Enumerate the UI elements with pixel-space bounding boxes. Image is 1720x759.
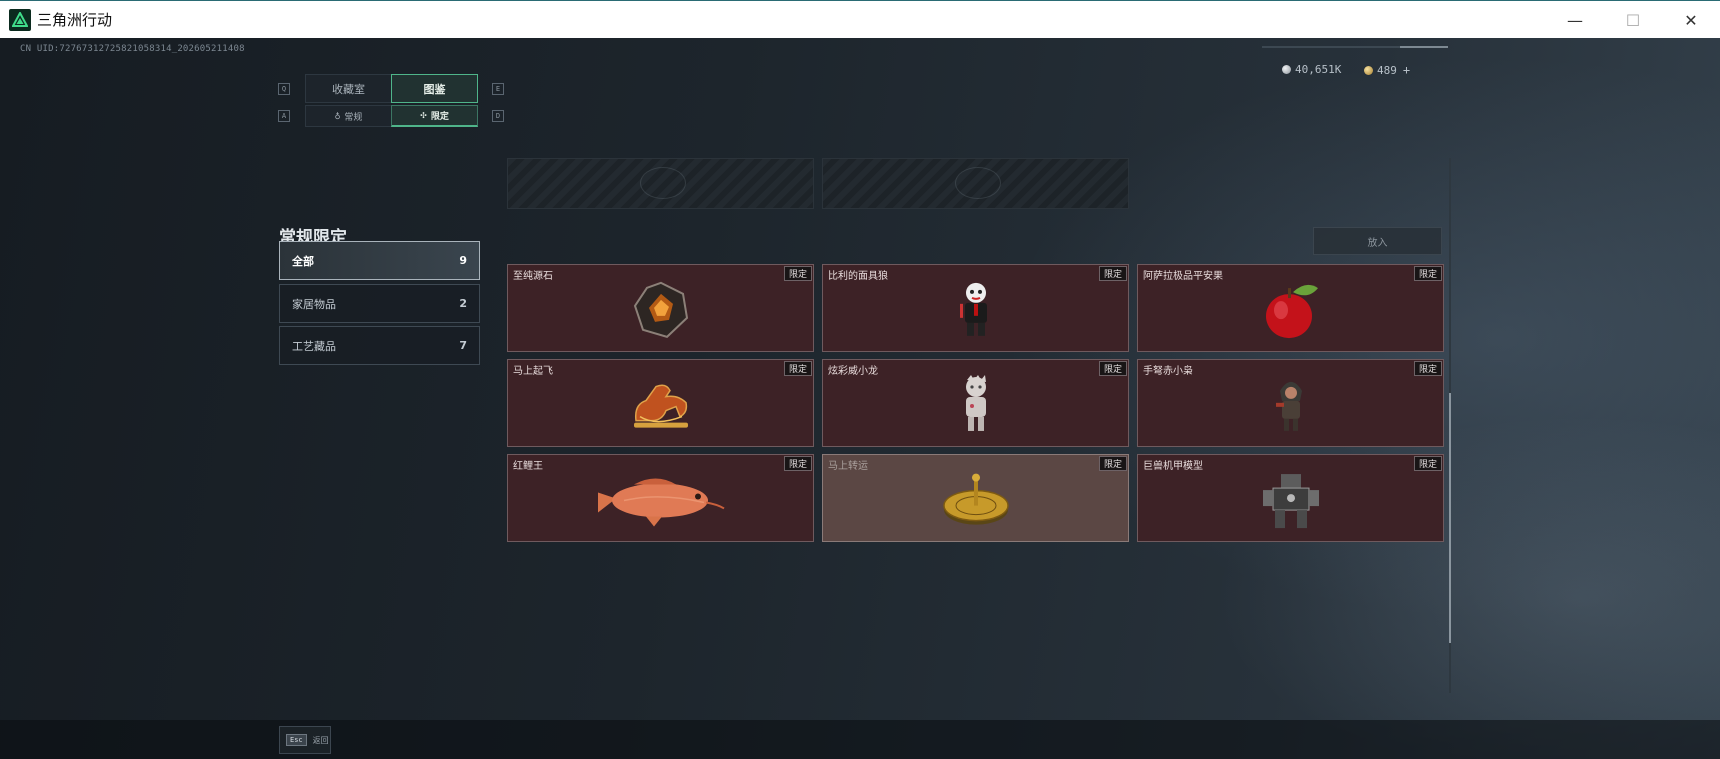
filter-label: 家居物品	[292, 297, 336, 311]
tab-collection-room[interactable]: 收藏室	[305, 74, 392, 103]
item-card[interactable]: 手弩赤小枭 限定	[1137, 359, 1444, 447]
tab-regular-label: 常规	[344, 112, 363, 123]
mech-model-icon	[1259, 468, 1323, 536]
tab-codex[interactable]: 图鉴	[391, 74, 478, 103]
item-name: 马上转运	[828, 461, 868, 472]
flame-icon: ♁	[334, 111, 341, 121]
limited-tag: 限定	[783, 266, 812, 281]
key-hint-a: A	[278, 110, 290, 122]
emblem-icon	[640, 167, 686, 199]
item-card[interactable]: 巨兽机甲模型 限定	[1137, 454, 1444, 542]
tab-limited-label: 限定	[430, 112, 449, 122]
key-hint-d: D	[492, 110, 504, 122]
gold-amount: 489	[1377, 63, 1397, 77]
hud-divider-accent	[1400, 46, 1448, 48]
put-in-button[interactable]: 放入	[1313, 227, 1442, 255]
esc-key-hint: Esc	[286, 734, 307, 746]
showcase-slot[interactable]	[507, 158, 814, 209]
limited-tag: 限定	[1413, 361, 1442, 376]
item-name: 比利的面具狼	[828, 271, 888, 282]
filter-count: 9	[459, 254, 467, 267]
filter-count: 7	[459, 339, 467, 352]
limited-tag: 限定	[783, 361, 812, 376]
hooded-figure-icon	[1273, 375, 1309, 439]
limited-tag: 限定	[1413, 266, 1442, 281]
back-label: 返回	[312, 735, 329, 745]
filter-count: 2	[459, 297, 467, 310]
item-name: 至纯源石	[513, 271, 553, 282]
close-button[interactable]: ✕	[1662, 1, 1720, 39]
limited-tag: 限定	[783, 456, 812, 471]
item-card[interactable]: 炫彩威小龙 限定	[822, 359, 1129, 447]
limited-tag: 限定	[1098, 361, 1127, 376]
golden-wheel-icon	[941, 472, 1011, 532]
maximize-button[interactable]: ☐	[1604, 1, 1662, 39]
filter-label: 全部	[292, 254, 314, 268]
back-button[interactable]: Esc 返回	[279, 726, 331, 754]
limited-tag: 限定	[1098, 456, 1127, 471]
item-card[interactable]: 阿萨拉极品平安果 限定	[1137, 264, 1444, 352]
carp-icon	[594, 472, 728, 530]
item-card[interactable]: 至纯源石 限定	[507, 264, 814, 352]
minimize-button[interactable]: —	[1546, 1, 1604, 39]
emblem-icon	[955, 167, 1001, 199]
game-viewport: CN UID:72767312725821058314_202605211408…	[0, 38, 1720, 759]
item-name: 手弩赤小枭	[1143, 366, 1193, 377]
item-card[interactable]: 比利的面具狼 限定	[822, 264, 1129, 352]
limited-tag: 限定	[1098, 266, 1127, 281]
item-name: 巨兽机甲模型	[1143, 461, 1203, 472]
item-card[interactable]: 马上起飞 限定	[507, 359, 814, 447]
silver-currency: 40,651K	[1282, 63, 1341, 76]
gem-icon	[631, 280, 691, 344]
fan-icon: ✣	[420, 111, 427, 120]
item-card[interactable]: 红鲤王 限定	[507, 454, 814, 542]
filter-all[interactable]: 全部 9	[279, 241, 480, 280]
tab-regular[interactable]: ♁ 常规	[305, 105, 392, 127]
silver-amount: 40,651K	[1295, 63, 1342, 76]
scrollbar-thumb[interactable]	[1449, 393, 1451, 643]
figurine-icon	[959, 374, 993, 440]
window-titlebar: 三角洲行动 — ☐ ✕	[0, 0, 1720, 38]
bottom-bar	[0, 720, 1720, 759]
item-name: 阿萨拉极品平安果	[1143, 271, 1223, 282]
item-name: 红鲤王	[513, 461, 543, 472]
filter-crafts[interactable]: 工艺藏品 7	[279, 326, 480, 365]
tab-limited[interactable]: ✣ 限定	[391, 105, 478, 127]
item-name: 炫彩威小龙	[828, 366, 878, 377]
filter-home-items[interactable]: 家居物品 2	[279, 284, 480, 323]
item-name: 马上起飞	[513, 366, 553, 377]
gold-currency: 489 +	[1364, 63, 1410, 77]
item-card[interactable]: 马上转运 限定	[822, 454, 1129, 542]
silver-coin-icon	[1282, 65, 1291, 74]
showcase-slot[interactable]	[822, 158, 1129, 209]
apple-icon	[1260, 278, 1322, 346]
filter-label: 工艺藏品	[292, 339, 336, 353]
gold-coin-icon	[1364, 65, 1373, 75]
key-hint-q: Q	[278, 83, 290, 95]
player-uid: CN UID:72767312725821058314_202605211408	[20, 44, 245, 54]
window-title: 三角洲行动	[37, 11, 113, 29]
limited-tag: 限定	[1413, 456, 1442, 471]
add-currency-button[interactable]: +	[1403, 63, 1410, 77]
horse-statue-icon	[626, 377, 696, 437]
key-hint-e: E	[492, 83, 504, 95]
app-logo-icon	[9, 8, 31, 31]
puppet-figure-icon	[956, 280, 996, 344]
